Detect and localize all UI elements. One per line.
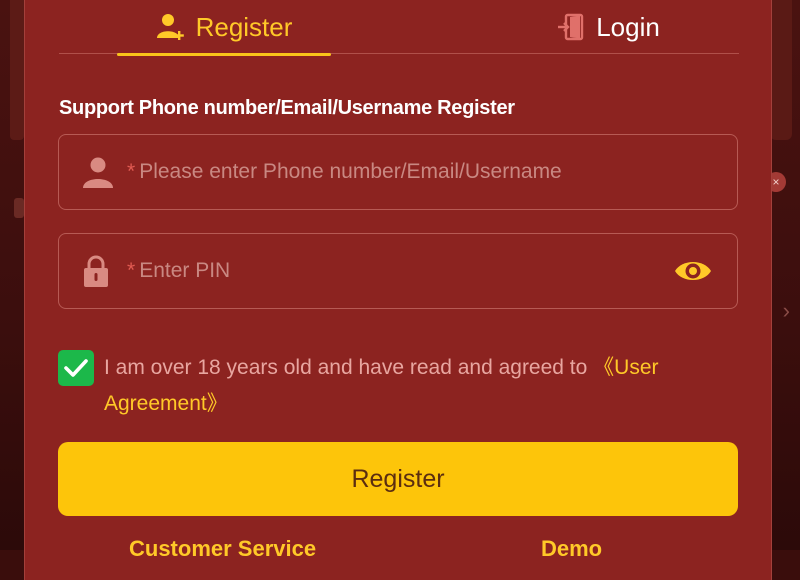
user-icon [81, 155, 121, 189]
checkmark-icon [63, 357, 89, 379]
tab-login-label: Login [596, 12, 660, 43]
customer-service-link[interactable]: Customer Service [129, 536, 316, 562]
background-tile-left [10, 0, 24, 140]
register-button[interactable]: Register [58, 442, 738, 516]
background-tile-left-small [14, 198, 24, 218]
chevron-right-icon: › [783, 298, 790, 324]
agreement-statement: I am over 18 years old and have read and… [104, 356, 593, 379]
demo-link[interactable]: Demo [541, 536, 602, 562]
lock-icon [81, 254, 121, 288]
agreement-text: I am over 18 years old and have read and… [104, 350, 748, 422]
user-plus-icon [156, 12, 186, 42]
agreement-checkbox[interactable] [58, 350, 94, 386]
eye-icon[interactable] [671, 258, 715, 284]
required-mark: * [127, 160, 135, 184]
pin-field[interactable]: * [58, 233, 738, 309]
auth-tabs: Register Login [59, 0, 739, 54]
door-enter-icon [556, 12, 586, 42]
tab-register[interactable]: Register [117, 0, 331, 54]
agreement-row: I am over 18 years old and have read and… [58, 350, 748, 422]
register-panel: Register Login Support Phone number/Emai… [24, 0, 772, 580]
required-mark: * [127, 259, 135, 283]
background-tile-right [770, 0, 792, 140]
tab-register-label: Register [196, 12, 293, 43]
pin-input[interactable] [135, 234, 671, 308]
form-subtitle: Support Phone number/Email/Username Regi… [59, 97, 515, 120]
account-field[interactable]: * [58, 134, 738, 210]
tab-login[interactable]: Login [463, 0, 753, 54]
account-input[interactable] [135, 135, 737, 209]
